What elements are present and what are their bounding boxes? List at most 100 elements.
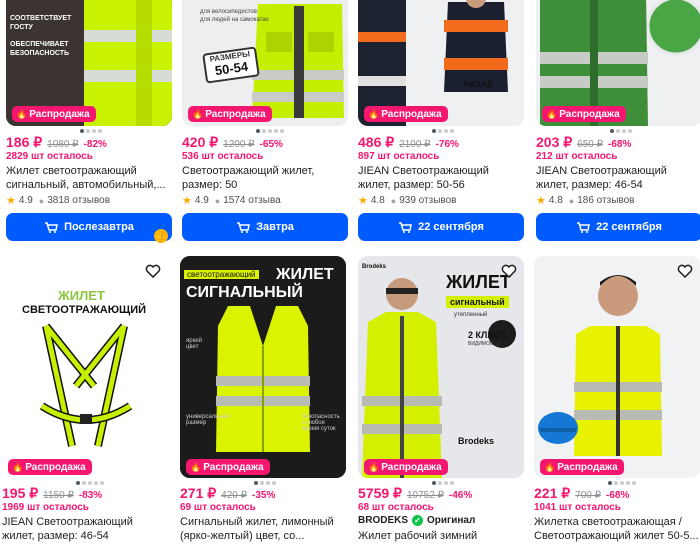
product-image[interactable]: НАЗАД 🔥 Распродажа (358, 0, 524, 126)
delivery-button[interactable]: 22 сентября (358, 213, 524, 241)
product-title[interactable]: Сигнальный жилет, лимонный (ярко-желтый)… (180, 515, 346, 543)
product-title[interactable]: Светоотражающий жилет, размер: 50 (182, 164, 348, 192)
product-image[interactable]: 🔥 Распродажа (536, 0, 700, 126)
sale-badge: 🔥 Распродажа (12, 106, 96, 122)
price: 203 ₽ (536, 134, 573, 150)
product-card[interactable]: ЖИЛЕТ СВЕТООТРАЖАЮЩИЙ 🔥 Распродажа 195 ₽ … (2, 256, 168, 547)
stock-left: 1041 шт осталось (534, 502, 621, 513)
product-title[interactable]: Жилет рабочий зимний (358, 529, 524, 543)
product-title[interactable]: Жилет светоотражающий сигнальный, автомо… (6, 164, 172, 192)
image-caption: ОБЕСПЕЧИВАЕТ (10, 41, 69, 48)
image-caption: НАЗАД (464, 80, 493, 89)
product-image[interactable]: ЖИЛЕТ СВЕТООТРАЖАЮЩИЙ 🔥 Распродажа (2, 256, 168, 478)
reviews-count: 1574 отзыва (223, 195, 281, 206)
product-card[interactable]: Brodeks ЖИЛЕТ сигнальный утепленный 2 КЛ… (358, 256, 524, 547)
flame-icon: 🔥 (546, 109, 558, 119)
sale-badge: 🔥 Распродажа (364, 459, 448, 475)
old-price: 1150 ₽ (43, 490, 74, 501)
stock-left: 68 шт осталось (358, 502, 434, 513)
product-card[interactable]: 🔥 Распродажа 203 ₽ 650 ₽ -68% 212 шт оста… (536, 0, 700, 250)
product-image[interactable]: светоотражающий ЖИЛЕТ СИГНАЛЬНЫЙ яркий ц… (180, 256, 346, 478)
image-dots (256, 129, 284, 133)
flame-icon: 🔥 (12, 462, 24, 472)
old-price: 2100 ₽ (399, 139, 431, 150)
product-title[interactable]: JIEAN Светоотражающий жилет, размер: 46-… (2, 515, 168, 543)
price: 186 ₽ (6, 134, 43, 150)
price: 195 ₽ (2, 485, 39, 501)
sale-badge: 🔥 Распродажа (540, 459, 624, 475)
price-row: 420 ₽ 1200 ₽ -65% (182, 134, 283, 150)
image-caption: утепленный (454, 312, 488, 318)
image-caption: яркий цвет (186, 338, 202, 350)
price-row: 186 ₽ 1080 ₽ -82% (6, 134, 107, 150)
sale-badge: 🔥 Распродажа (8, 459, 92, 475)
image-caption: ЖИЛЕТ (276, 266, 334, 283)
discount: -82% (83, 139, 107, 150)
price-row: 486 ₽ 2100 ₽ -76% (358, 134, 459, 150)
product-image[interactable]: для велосипедистов для людей на самоката… (182, 0, 348, 126)
flame-icon: 🔥 (192, 109, 204, 119)
discount: -68% (605, 490, 630, 501)
brand-name[interactable]: BRODEKS (358, 515, 408, 526)
price-row: 195 ₽ 1150 ₽ -83% (2, 485, 102, 501)
star-icon: ★ (6, 195, 16, 207)
product-card[interactable]: НАЗАД 🔥 Распродажа 486 ₽ 2100 ₽ -76% 897 … (358, 0, 524, 250)
comment-icon: ● (38, 195, 45, 206)
favorite-heart-icon[interactable] (500, 262, 518, 280)
image-caption: сигнальный (446, 296, 509, 308)
favorite-heart-icon[interactable] (144, 262, 162, 280)
flame-icon: 🔥 (368, 462, 380, 472)
star-icon: ★ (182, 195, 192, 207)
image-caption: Brodeks (458, 436, 495, 446)
discount: -46% (448, 490, 473, 501)
check-icon: ✓ (412, 515, 424, 526)
product-title[interactable]: JIEAN Светоотражающий жилет, размер: 50-… (358, 164, 524, 192)
delivery-button[interactable]: Завтра (182, 213, 348, 241)
old-price: 1200 ₽ (223, 139, 255, 150)
price: 271 ₽ (180, 485, 217, 501)
flame-icon: 🔥 (190, 462, 202, 472)
rating: ★ 4.9 ● 3818 отзывов (6, 195, 111, 207)
image-caption: 2 КЛАСС (468, 330, 507, 340)
cart-icon (237, 222, 250, 233)
delivery-button[interactable]: 22 сентября (536, 213, 700, 241)
stock-left: 536 шт осталось (182, 151, 264, 162)
stock-left: 69 шт осталось (180, 502, 256, 513)
image-dots (432, 129, 454, 133)
sale-badge: 🔥 Распродажа (364, 106, 448, 122)
price-row: 221 ₽ 700 ₽ -68% (534, 485, 629, 501)
brand-row: BRODEKS ✓ Оригинал (358, 515, 475, 526)
price: 221 ₽ (534, 485, 571, 501)
delivery-button[interactable]: Послезавтра (6, 213, 172, 241)
product-title[interactable]: Жилетка светоотражающая / Светоотражающи… (534, 515, 700, 543)
image-caption: ГОСТУ (10, 24, 33, 31)
like-icon[interactable]: 👍 (154, 229, 168, 243)
product-card[interactable]: для велосипедистов для людей на самоката… (182, 0, 348, 250)
product-card[interactable]: светоотражающий ЖИЛЕТ СИГНАЛЬНЫЙ яркий ц… (180, 256, 346, 547)
image-caption: светоотражающий (184, 270, 259, 279)
image-caption: СИГНАЛЬНЫЙ (186, 284, 303, 301)
flame-icon: 🔥 (544, 462, 556, 472)
comment-icon: ● (214, 195, 221, 206)
old-price: 10752 ₽ (406, 490, 444, 501)
product-image[interactable]: 🔥 Распродажа (534, 256, 700, 478)
image-caption: СООТВЕТСТВУЕТ (10, 15, 72, 22)
product-card[interactable]: СООТВЕТСТВУЕТ ГОСТУ ОБЕСПЕЧИВАЕТ БЕЗОПАС… (6, 0, 172, 250)
product-title[interactable]: JIEAN Светоотражающий жилет, размер: 46-… (536, 164, 700, 192)
vest-photo (534, 256, 700, 478)
stock-left: 897 шт осталось (358, 151, 440, 162)
reviews-count: 186 отзывов (577, 195, 635, 206)
price-row: 271 ₽ 420 ₽ -35% (180, 485, 275, 501)
product-image[interactable]: Brodeks ЖИЛЕТ сигнальный утепленный 2 КЛ… (358, 256, 524, 478)
image-caption: СВЕТООТРАЖАЮЩИЙ (22, 304, 147, 316)
product-image[interactable]: СООТВЕТСТВУЕТ ГОСТУ ОБЕСПЕЧИВАЕТ БЕЗОПАС… (6, 0, 172, 126)
stock-left: 2829 шт осталось (6, 151, 93, 162)
product-card[interactable]: 🔥 Распродажа 221 ₽ 700 ₽ -68% 1041 шт ост… (534, 256, 700, 547)
price: 5759 ₽ (358, 485, 402, 501)
image-dots (610, 129, 632, 133)
image-caption: безопасность в любое время суток (302, 414, 340, 432)
old-price: 420 ₽ (221, 490, 247, 501)
comment-icon: ● (390, 195, 397, 206)
favorite-heart-icon[interactable] (676, 262, 694, 280)
sale-badge: 🔥 Распродажа (186, 459, 270, 475)
